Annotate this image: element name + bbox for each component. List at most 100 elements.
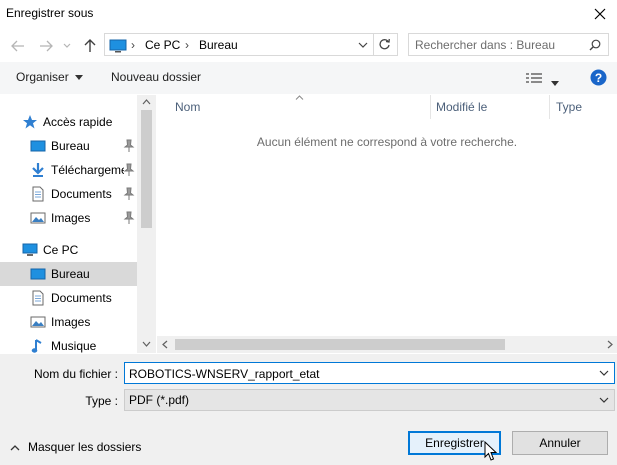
document-icon xyxy=(32,186,44,202)
arrow-left-icon xyxy=(11,40,24,52)
empty-message: Aucun élément ne correspond à votre rech… xyxy=(256,135,518,149)
pin-icon xyxy=(123,163,135,176)
nav-item-label: Documents xyxy=(51,187,112,201)
nav-item-label: Documents xyxy=(51,291,112,305)
nav-quick-images[interactable]: Images xyxy=(0,206,137,230)
navigation-pane: Accès rapide Bureau Téléchargements Docu… xyxy=(0,95,156,353)
cancel-button-label: Annuler xyxy=(539,436,581,450)
chevron-down-icon xyxy=(599,397,609,403)
breadcrumb-bureau[interactable]: Bureau xyxy=(199,38,238,52)
close-icon xyxy=(594,8,606,20)
recent-locations-button[interactable] xyxy=(60,36,74,56)
column-divider[interactable] xyxy=(430,95,431,119)
scroll-down-icon[interactable] xyxy=(142,341,151,347)
mouse-cursor-icon xyxy=(484,441,498,461)
search-box[interactable] xyxy=(408,33,609,56)
new-folder-button[interactable]: Nouveau dossier xyxy=(111,70,201,84)
nav-item-label: Images xyxy=(51,211,91,225)
nav-item-label: Accès rapide xyxy=(43,115,113,129)
horizontal-scrollbar[interactable] xyxy=(157,336,617,353)
address-bar[interactable]: › Ce PC › Bureau xyxy=(104,33,398,56)
image-icon xyxy=(30,212,46,224)
column-divider[interactable] xyxy=(549,95,550,119)
view-options-button[interactable] xyxy=(526,72,542,87)
nav-item-label: Musique xyxy=(51,339,97,353)
horizontal-scrollbar-thumb[interactable] xyxy=(175,339,505,350)
nav-pc-images[interactable]: Images xyxy=(0,310,137,334)
nav-quick-downloads[interactable]: Téléchargements xyxy=(0,158,137,182)
filename-label: Nom du fichier : xyxy=(33,367,118,381)
computer-icon xyxy=(109,39,127,53)
download-icon xyxy=(32,163,44,177)
file-list: Nom Modifié le Type Aucun élément ne cor… xyxy=(157,95,617,353)
back-button[interactable] xyxy=(8,36,28,56)
nav-item-label: Images xyxy=(51,315,91,329)
breadcrumb-separator: › xyxy=(185,38,189,52)
cancel-button[interactable]: Annuler xyxy=(512,431,608,455)
pin-icon xyxy=(123,211,135,224)
help-icon: ? xyxy=(590,69,607,86)
nav-item-label: Ce PC xyxy=(43,243,79,257)
refresh-icon xyxy=(379,38,390,50)
column-header-name[interactable]: Nom xyxy=(175,100,200,114)
computer-icon xyxy=(22,243,38,256)
save-button-label: Enregistrer xyxy=(425,436,484,450)
help-button[interactable]: ? xyxy=(590,69,607,89)
up-button[interactable] xyxy=(80,36,100,56)
filetype-value: PDF (*.pdf) xyxy=(129,393,190,407)
sort-ascending-icon xyxy=(295,95,304,100)
caret-down-icon xyxy=(75,75,84,81)
nav-quick-access[interactable]: Accès rapide xyxy=(0,110,137,134)
desktop-icon xyxy=(30,140,46,152)
pin-icon xyxy=(123,139,135,152)
column-header-type[interactable]: Type xyxy=(556,100,582,114)
search-icon xyxy=(589,39,601,51)
chevron-up-icon xyxy=(10,444,20,450)
view-dropdown-button[interactable] xyxy=(551,75,559,89)
details-view-icon xyxy=(526,73,542,83)
arrow-right-icon xyxy=(40,40,53,52)
nav-quick-bureau[interactable]: Bureau xyxy=(0,134,137,158)
toolbar: Organiser Nouveau dossier ? xyxy=(0,62,617,94)
nav-pc-bureau[interactable]: Bureau xyxy=(0,262,137,286)
organize-label: Organiser xyxy=(16,70,69,84)
image-icon xyxy=(30,316,46,328)
nav-item-label: Téléchargements xyxy=(51,163,124,177)
filetype-label: Type : xyxy=(85,394,118,408)
desktop-icon xyxy=(30,268,46,280)
scroll-right-icon[interactable] xyxy=(607,340,613,349)
close-button[interactable] xyxy=(583,0,617,28)
save-form: Nom du fichier : Type : PDF (*.pdf) Masq… xyxy=(0,354,617,465)
pin-icon xyxy=(123,187,135,200)
window-title: Enregistrer sous xyxy=(6,6,94,20)
music-icon xyxy=(31,339,42,353)
search-input[interactable] xyxy=(415,37,585,53)
nav-quick-documents[interactable]: Documents xyxy=(0,182,137,206)
refresh-button[interactable] xyxy=(378,38,391,54)
title-bar: Enregistrer sous xyxy=(0,0,617,28)
chevron-down-icon[interactable] xyxy=(598,367,610,379)
nav-pc-music[interactable]: Musique xyxy=(0,334,137,353)
breadcrumb-separator: › xyxy=(131,38,135,52)
svg-text:?: ? xyxy=(595,71,602,85)
address-divider xyxy=(373,34,374,55)
organize-button[interactable]: Organiser xyxy=(16,70,84,84)
scroll-left-icon[interactable] xyxy=(162,340,168,349)
address-dropdown-button[interactable] xyxy=(358,39,368,53)
chevron-down-icon xyxy=(63,43,71,48)
nav-this-pc[interactable]: Ce PC xyxy=(0,238,137,262)
filename-field[interactable] xyxy=(124,362,615,384)
filetype-select[interactable]: PDF (*.pdf) xyxy=(124,389,615,411)
nav-item-label: Bureau xyxy=(51,139,90,153)
column-header-modified[interactable]: Modifié le xyxy=(436,100,487,114)
chevron-down-icon xyxy=(358,42,368,48)
nav-scrollbar-thumb[interactable] xyxy=(141,110,152,228)
hide-folders-button[interactable]: Masquer les dossiers xyxy=(10,440,141,454)
filename-input[interactable] xyxy=(129,366,589,381)
star-icon xyxy=(23,115,37,129)
nav-pc-documents[interactable]: Documents xyxy=(0,286,137,310)
scroll-up-icon[interactable] xyxy=(142,99,151,105)
hide-folders-label: Masquer les dossiers xyxy=(28,440,142,454)
forward-button[interactable] xyxy=(36,36,56,56)
breadcrumb-ce-pc[interactable]: Ce PC xyxy=(145,38,180,52)
